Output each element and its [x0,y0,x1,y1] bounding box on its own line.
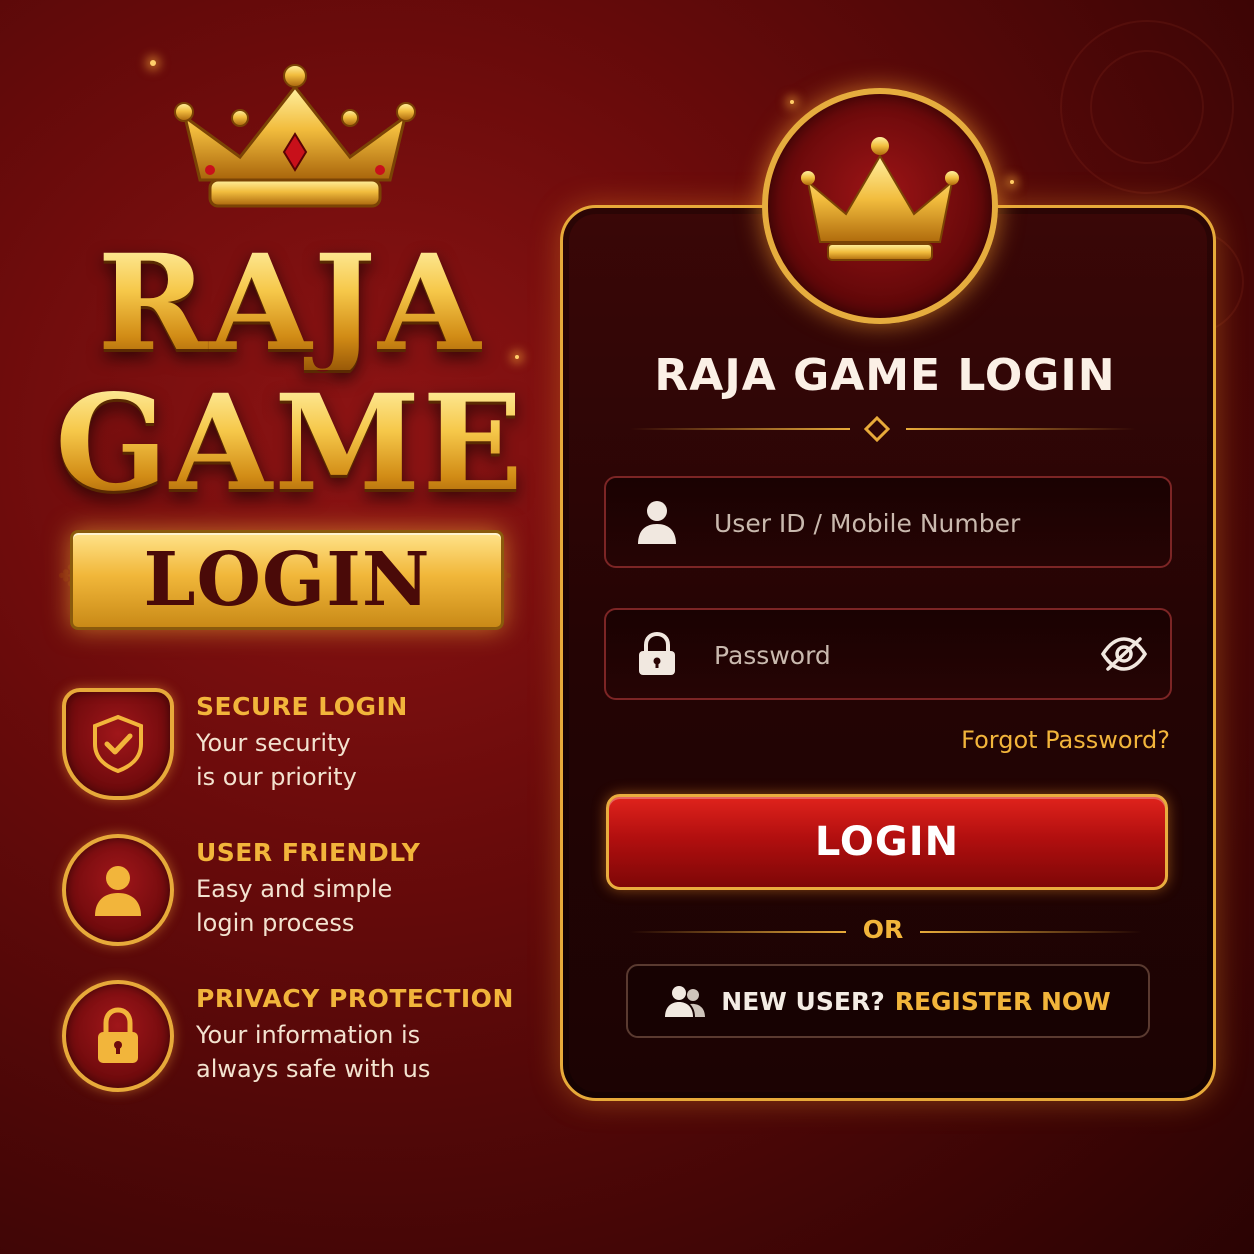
feature-description-line: always safe with us [196,1055,431,1083]
card-crown-medallion [762,88,998,324]
feature-description: Your information is always safe with us [196,1018,526,1086]
feature-title: PRIVACY PROTECTION [196,984,514,1013]
diamond-ornament-icon [864,416,890,442]
user-id-input[interactable] [712,478,1086,568]
crown-icon [801,137,959,261]
feature-privacy-protection: PRIVACY PROTECTION Your information is a… [62,980,532,1100]
card-title: RAJA GAME LOGIN [654,350,1116,401]
or-divider-left [630,931,846,933]
feature-badge [62,688,174,800]
title-divider-right [906,428,1136,430]
login-plaque: LOGIN [70,530,504,630]
user-icon [638,501,676,544]
password-field [604,608,1172,700]
password-input[interactable] [712,610,1086,700]
lock-icon [98,1007,138,1063]
brand-title-raja: RAJA [40,238,540,370]
forgot-password-link[interactable]: Forgot Password? [961,726,1170,754]
feature-badge [62,834,174,946]
crown-logo-icon [174,64,416,208]
or-divider-right [920,931,1142,933]
sparkle [1010,180,1014,184]
feature-description-line: login process [196,909,355,937]
shield-check-icon [93,714,143,774]
or-label: OR [862,915,904,944]
user-icon [95,866,141,916]
title-divider-left [630,428,850,430]
user-id-field [604,476,1172,568]
sparkle [150,60,156,66]
sparkle [790,100,794,104]
register-question: NEW USER? [721,986,885,1016]
background-swirl [1090,50,1204,164]
feature-title: SECURE LOGIN [196,692,408,721]
lock-icon [639,632,675,675]
register-button[interactable]: NEW USER? REGISTER NOW [626,964,1150,1038]
feature-secure-login: SECURE LOGIN Your security is our priori… [62,688,532,808]
feature-description-line: Your information is [196,1021,421,1049]
users-icon [665,986,706,1017]
feature-user-friendly: USER FRIENDLY Easy and simple login proc… [62,834,532,954]
register-action: REGISTER NOW [894,986,1111,1016]
login-button[interactable]: LOGIN [606,794,1168,890]
feature-description: Easy and simple login process [196,872,526,940]
feature-title: USER FRIENDLY [196,838,421,867]
feature-description-line: Easy and simple [196,875,393,903]
eye-slash-icon[interactable] [1100,636,1148,672]
feature-badge [62,980,174,1092]
feature-description-line: is our priority [196,763,357,791]
feature-description-line: Your security [196,729,351,757]
feature-description: Your security is our priority [196,726,526,794]
brand-title-game: GAME [40,378,540,510]
